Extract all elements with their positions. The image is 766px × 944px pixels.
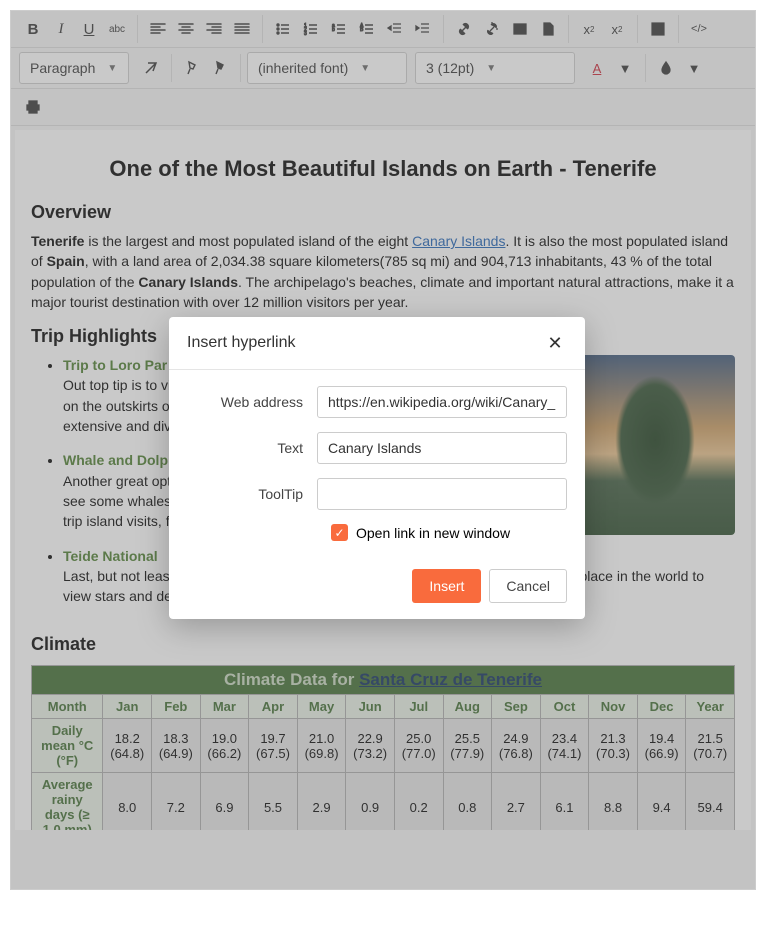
cancel-button[interactable]: Cancel	[489, 569, 567, 603]
insert-hyperlink-dialog: Insert hyperlink ✕ Web address Text Tool…	[169, 317, 585, 619]
editor-app: B I U abc 123 ab AB x2 x2	[10, 10, 756, 890]
dialog-title: Insert hyperlink	[187, 334, 296, 352]
insert-button[interactable]: Insert	[412, 569, 481, 603]
url-input[interactable]	[317, 386, 567, 418]
text-input[interactable]	[317, 432, 567, 464]
tooltip-input[interactable]	[317, 478, 567, 510]
newwindow-checkbox[interactable]: ✓	[331, 524, 348, 541]
url-label: Web address	[187, 394, 317, 410]
newwindow-label: Open link in new window	[356, 525, 510, 541]
text-label: Text	[187, 440, 317, 456]
close-button[interactable]: ✕	[543, 331, 567, 355]
tooltip-label: ToolTip	[187, 486, 317, 502]
